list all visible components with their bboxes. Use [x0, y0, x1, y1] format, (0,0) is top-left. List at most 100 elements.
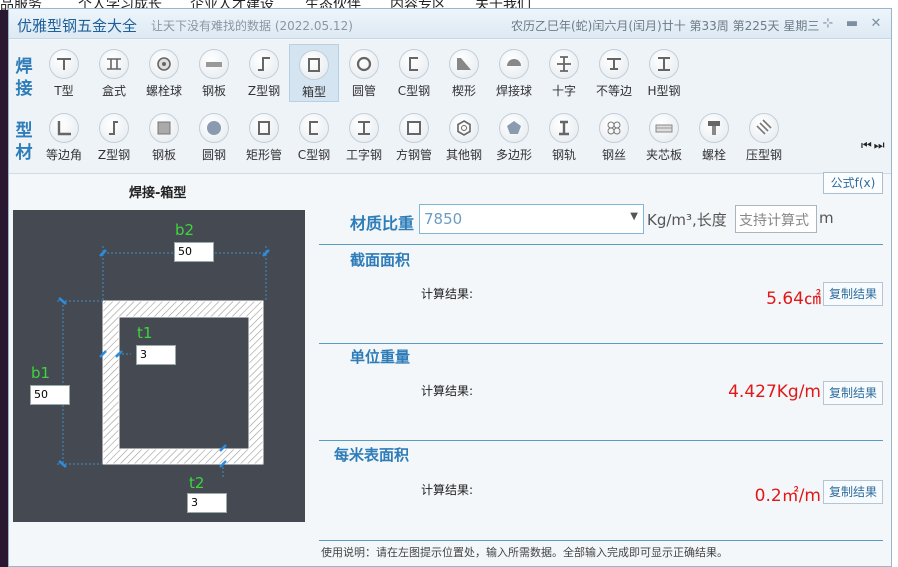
tool-polygon[interactable]: 多边形 [489, 108, 539, 166]
background-page-left [0, 10, 8, 567]
length-unit: m [819, 209, 834, 227]
material-density-select[interactable]: 7850 ▼ [419, 204, 644, 234]
h-beam-icon [649, 49, 679, 79]
round-tube-icon [349, 49, 379, 79]
weld-ball-icon [499, 49, 529, 79]
c-steel-icon [399, 49, 429, 79]
copy-surface-button[interactable]: 复制结果 [823, 480, 883, 504]
tool-bolt-ball[interactable]: 螺栓球 [139, 44, 189, 102]
row-label-profiles: 型材 [15, 121, 33, 163]
tool-i-beam[interactable]: 工字钢 [339, 108, 389, 166]
wedge-icon [449, 49, 479, 79]
pin-icon[interactable]: ⊹ [819, 15, 837, 33]
tool-weld-ball[interactable]: 焊接球 [489, 44, 539, 102]
background-page-right [892, 0, 898, 567]
cross-icon [549, 49, 579, 79]
tool-box-beam[interactable]: 盒式 [89, 44, 139, 102]
tool-unequal[interactable]: 不等边 [589, 44, 639, 102]
t2-label: t2 [189, 474, 205, 492]
minimize-icon[interactable]: ▬ [843, 15, 861, 33]
tool-profiled-steel[interactable]: 压型钢 [739, 108, 789, 166]
tool-rail[interactable]: 钢轨 [539, 108, 589, 166]
bolt-ball-icon [149, 49, 179, 79]
b2-input[interactable]: 50 [174, 242, 214, 262]
equal-angle-icon [49, 113, 79, 143]
polygon-icon [499, 113, 529, 143]
app-slogan: 让天下没有难找的数据 (2022.05.12) [151, 19, 353, 33]
tool-h-beam[interactable]: H型钢 [639, 44, 689, 102]
diagram-title: 焊接-箱型 [129, 186, 187, 201]
shape-toolbar: 焊接 型材 T型 盒式 螺栓球 钢板 Z型钢 箱型 圆管 C型钢 楔形 焊接球 … [9, 40, 891, 174]
box-section-icon [299, 50, 329, 80]
tool-wedge[interactable]: 楔形 [439, 44, 489, 102]
section-divider [319, 440, 883, 441]
tool-equal-angle[interactable]: 等边角 [39, 108, 89, 166]
bolt-icon [699, 113, 729, 143]
surface-area-title: 每米表面积 [334, 446, 410, 464]
t1-label: t1 [137, 324, 153, 342]
round-bar-icon [199, 113, 229, 143]
tool-steel-plate[interactable]: 钢板 [189, 44, 239, 102]
app-title: 优雅型钢五金大全 [17, 17, 138, 35]
section-divider [319, 244, 883, 245]
tool-round-bar[interactable]: 圆钢 [189, 108, 239, 166]
rect-tube-icon [249, 113, 279, 143]
tool-c-steel[interactable]: C型钢 [389, 44, 439, 102]
row-label-welding: 焊接 [15, 57, 33, 99]
tool-bolt[interactable]: 螺栓 [689, 108, 739, 166]
b1-input[interactable]: 50 [30, 385, 70, 405]
tool-round-tube[interactable]: 圆管 [339, 44, 389, 102]
tool-z-steel-2[interactable]: Z型钢 [89, 108, 139, 166]
t-beam-icon [49, 49, 79, 79]
unit-weight-title: 单位重量 [350, 348, 411, 366]
surface-area-calc-label: 计算结果: [421, 483, 474, 497]
sandwich-panel-icon [649, 113, 679, 143]
toolbar-nav-arrows[interactable]: ⏮⏭ [861, 138, 887, 153]
lunar-date-info: 农历乙巳年(蛇)闰六月(闰月)廿十 第33周 第225天 星期三 [511, 19, 820, 33]
b2-label: b2 [175, 221, 195, 239]
surface-area-result: 0.2㎡/m [754, 486, 821, 506]
formula-button[interactable]: 公式f(x) [823, 172, 883, 194]
box-beam-icon [99, 49, 129, 79]
chevron-down-icon[interactable]: ▼ [630, 211, 638, 222]
section-divider [319, 540, 883, 541]
t2-input[interactable]: 3 [187, 493, 227, 513]
box-section-diagram: b2 50 t1 3 b1 50 t2 3 [13, 210, 305, 522]
copy-weight-button[interactable]: 复制结果 [823, 381, 883, 405]
hex-nut-icon [449, 113, 479, 143]
tool-box-section[interactable]: 箱型 [289, 44, 339, 102]
z-steel-icon [99, 113, 129, 143]
tool-sandwich-panel[interactable]: 夹芯板 [639, 108, 689, 166]
tool-c-steel-2[interactable]: C型钢 [289, 108, 339, 166]
section-area-title: 截面面积 [350, 251, 411, 269]
section-divider [319, 343, 883, 344]
tool-steel-plate-2[interactable]: 钢板 [139, 108, 189, 166]
density-unit: Kg/m³,长度 [647, 211, 727, 229]
copy-area-button[interactable]: 复制结果 [823, 282, 883, 306]
tool-other-steel[interactable]: 其他钢 [439, 108, 489, 166]
usage-instructions: 使用说明：请在左图提示位置处，输入所需数据。全部输入完成即可显示正确结果。 [321, 546, 728, 559]
box-section-drawing [57, 246, 270, 478]
section-area-calc-label: 计算结果: [421, 287, 474, 301]
tool-rect-tube[interactable]: 矩形管 [239, 108, 289, 166]
profiled-steel-icon [749, 113, 779, 143]
tool-cross[interactable]: 十字 [539, 44, 589, 102]
material-density-value: 7850 [424, 210, 463, 228]
tool-square-tube[interactable]: 方钢管 [389, 108, 439, 166]
length-input[interactable]: 支持计算式 [735, 205, 817, 233]
unit-weight-result: 4.427Kg/m [728, 382, 821, 402]
close-icon[interactable]: ✕ [867, 15, 885, 33]
app-window: 优雅型钢五金大全 让天下没有难找的数据 (2022.05.12) 农历乙巳年(蛇… [8, 8, 892, 567]
tool-z-steel[interactable]: Z型钢 [239, 44, 289, 102]
t1-input[interactable]: 3 [136, 345, 176, 365]
tool-wire[interactable]: 钢丝 [589, 108, 639, 166]
tool-t-beam[interactable]: T型 [39, 44, 89, 102]
z-steel-icon [249, 49, 279, 79]
b1-label: b1 [31, 364, 51, 382]
title-bar[interactable]: 优雅型钢五金大全 让天下没有难找的数据 (2022.05.12) 农历乙巳年(蛇… [9, 9, 891, 39]
unequal-icon [599, 49, 629, 79]
square-tube-icon [399, 113, 429, 143]
rail-icon [549, 113, 579, 143]
unit-weight-calc-label: 计算结果: [421, 384, 474, 398]
section-area-result: 5.64㎠ [766, 289, 821, 309]
